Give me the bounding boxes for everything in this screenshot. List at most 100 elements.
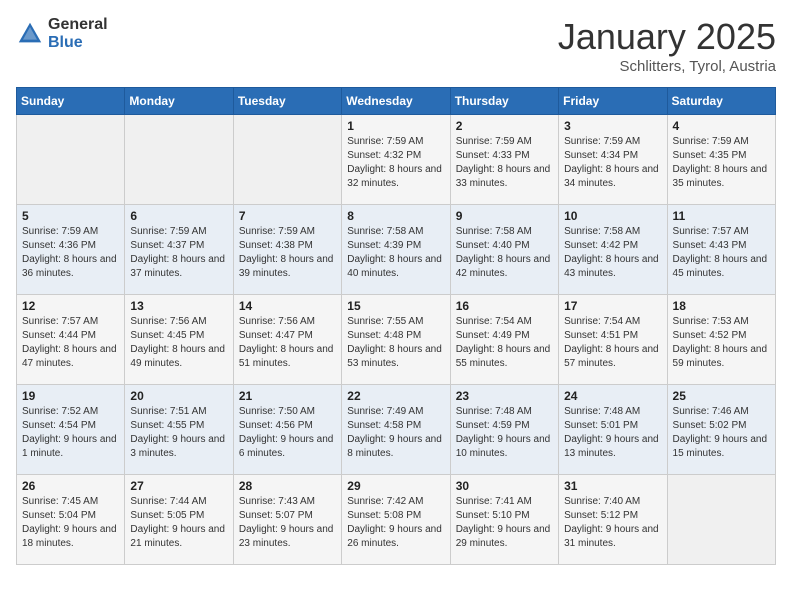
calendar-cell: 7Sunrise: 7:59 AM Sunset: 4:38 PM Daylig…	[233, 205, 341, 295]
day-number: 14	[239, 299, 336, 313]
weekday-header-row: SundayMondayTuesdayWednesdayThursdayFrid…	[17, 88, 776, 115]
day-info: Sunrise: 7:49 AM Sunset: 4:58 PM Dayligh…	[347, 405, 444, 461]
calendar-cell: 31 Sunrise: 7:40 AM Sunset: 5:12 PM Dayli…	[559, 475, 667, 565]
calendar-cell: 24 Sunrise: 7:48 AM Sunset: 5:01 PM Dayli…	[559, 385, 667, 475]
day-info: Sunrise: 7:44 AM Sunset: 5:05 PM Dayligh…	[130, 495, 227, 551]
calendar-cell: 9 Sunrise: 7:58 AM Sunset: 4:40 PM Daylig…	[450, 205, 558, 295]
day-info: Sunrise: 7:57 AM Sunset: 4:44 PM Dayligh…	[22, 315, 119, 371]
title-block: January 2025 Schlitters, Tyrol, Austria	[558, 16, 776, 75]
day-number: 29	[347, 479, 444, 493]
calendar-cell: 29 Sunrise: 7:42 AM Sunset: 5:08 PM Dayli…	[342, 475, 450, 565]
day-info: Sunrise: 7:55 AM Sunset: 4:48 PM Dayligh…	[347, 315, 444, 371]
day-info: Sunrise: 7:46 AM Sunset: 5:02 PM Dayligh…	[673, 405, 770, 461]
calendar-week-row: 26Sunrise: 7:45 AM Sunset: 5:04 PM Dayli…	[17, 475, 776, 565]
weekday-header: Monday	[125, 88, 233, 115]
calendar-week-row: 12 Sunrise: 7:57 AM Sunset: 4:44 PM Dayli…	[17, 295, 776, 385]
calendar-cell: 2Sunrise: 7:59 AM Sunset: 4:33 PM Daylig…	[450, 115, 558, 205]
day-info: Sunrise: 7:59 AM Sunset: 4:35 PM Dayligh…	[673, 135, 770, 191]
day-number: 31	[564, 479, 661, 493]
calendar-cell: 8 Sunrise: 7:58 AM Sunset: 4:39 PM Daylig…	[342, 205, 450, 295]
page-header: General Blue January 2025 Schlitters, Ty…	[16, 16, 776, 75]
day-info: Sunrise: 7:53 AM Sunset: 4:52 PM Dayligh…	[673, 315, 770, 371]
day-number: 24	[564, 389, 661, 403]
day-number: 25	[673, 389, 770, 403]
calendar-subtitle: Schlitters, Tyrol, Austria	[558, 58, 776, 75]
logo: General Blue	[16, 16, 108, 51]
calendar-cell: 30 Sunrise: 7:41 AM Sunset: 5:10 PM Dayli…	[450, 475, 558, 565]
day-info: Sunrise: 7:59 AM Sunset: 4:32 PM Dayligh…	[347, 135, 444, 191]
day-info: Sunrise: 7:59 AM Sunset: 4:37 PM Dayligh…	[130, 225, 227, 281]
day-number: 8	[347, 209, 444, 223]
day-number: 10	[564, 209, 661, 223]
calendar-week-row: 19 Sunrise: 7:52 AM Sunset: 4:54 PM Dayli…	[17, 385, 776, 475]
calendar-cell: 26Sunrise: 7:45 AM Sunset: 5:04 PM Dayli…	[17, 475, 125, 565]
calendar-cell: 6Sunrise: 7:59 AM Sunset: 4:37 PM Daylig…	[125, 205, 233, 295]
day-number: 18	[673, 299, 770, 313]
calendar-cell: 20 Sunrise: 7:51 AM Sunset: 4:55 PM Dayli…	[125, 385, 233, 475]
day-info: Sunrise: 7:50 AM Sunset: 4:56 PM Dayligh…	[239, 405, 336, 461]
day-number: 4	[673, 119, 770, 133]
calendar-cell: 27Sunrise: 7:44 AM Sunset: 5:05 PM Dayli…	[125, 475, 233, 565]
calendar-cell: 28 Sunrise: 7:43 AM Sunset: 5:07 PM Dayli…	[233, 475, 341, 565]
weekday-header: Sunday	[17, 88, 125, 115]
day-info: Sunrise: 7:58 AM Sunset: 4:40 PM Dayligh…	[456, 225, 553, 281]
day-info: Sunrise: 7:48 AM Sunset: 5:01 PM Dayligh…	[564, 405, 661, 461]
calendar-table: SundayMondayTuesdayWednesdayThursdayFrid…	[16, 87, 776, 565]
day-number: 20	[130, 389, 227, 403]
calendar-cell: 1 Sunrise: 7:59 AM Sunset: 4:32 PM Daylig…	[342, 115, 450, 205]
day-number: 22	[347, 389, 444, 403]
calendar-cell: 13Sunrise: 7:56 AM Sunset: 4:45 PM Dayli…	[125, 295, 233, 385]
calendar-cell: 3 Sunrise: 7:59 AM Sunset: 4:34 PM Daylig…	[559, 115, 667, 205]
calendar-cell: 19 Sunrise: 7:52 AM Sunset: 4:54 PM Dayli…	[17, 385, 125, 475]
day-number: 30	[456, 479, 553, 493]
day-number: 5	[22, 209, 119, 223]
day-number: 28	[239, 479, 336, 493]
day-info: Sunrise: 7:40 AM Sunset: 5:12 PM Dayligh…	[564, 495, 661, 551]
day-info: Sunrise: 7:43 AM Sunset: 5:07 PM Dayligh…	[239, 495, 336, 551]
calendar-cell: 25 Sunrise: 7:46 AM Sunset: 5:02 PM Dayli…	[667, 385, 775, 475]
weekday-header: Tuesday	[233, 88, 341, 115]
day-number: 16	[456, 299, 553, 313]
calendar-cell	[125, 115, 233, 205]
logo-general: General	[48, 16, 108, 34]
day-info: Sunrise: 7:45 AM Sunset: 5:04 PM Dayligh…	[22, 495, 119, 551]
day-info: Sunrise: 7:59 AM Sunset: 4:34 PM Dayligh…	[564, 135, 661, 191]
calendar-cell	[667, 475, 775, 565]
weekday-header: Friday	[559, 88, 667, 115]
day-info: Sunrise: 7:58 AM Sunset: 4:42 PM Dayligh…	[564, 225, 661, 281]
day-number: 11	[673, 209, 770, 223]
day-number: 1	[347, 119, 444, 133]
day-number: 12	[22, 299, 119, 313]
day-number: 17	[564, 299, 661, 313]
day-info: Sunrise: 7:59 AM Sunset: 4:36 PM Dayligh…	[22, 225, 119, 281]
day-info: Sunrise: 7:56 AM Sunset: 4:45 PM Dayligh…	[130, 315, 227, 371]
day-info: Sunrise: 7:51 AM Sunset: 4:55 PM Dayligh…	[130, 405, 227, 461]
weekday-header: Wednesday	[342, 88, 450, 115]
calendar-cell	[233, 115, 341, 205]
day-number: 3	[564, 119, 661, 133]
day-number: 9	[456, 209, 553, 223]
logo-text: General Blue	[48, 16, 108, 51]
calendar-cell: 5 Sunrise: 7:59 AM Sunset: 4:36 PM Daylig…	[17, 205, 125, 295]
day-info: Sunrise: 7:52 AM Sunset: 4:54 PM Dayligh…	[22, 405, 119, 461]
day-number: 19	[22, 389, 119, 403]
day-number: 21	[239, 389, 336, 403]
day-info: Sunrise: 7:42 AM Sunset: 5:08 PM Dayligh…	[347, 495, 444, 551]
day-info: Sunrise: 7:48 AM Sunset: 4:59 PM Dayligh…	[456, 405, 553, 461]
calendar-week-row: 5 Sunrise: 7:59 AM Sunset: 4:36 PM Daylig…	[17, 205, 776, 295]
logo-blue: Blue	[48, 34, 108, 52]
calendar-cell: 23Sunrise: 7:48 AM Sunset: 4:59 PM Dayli…	[450, 385, 558, 475]
calendar-week-row: 1 Sunrise: 7:59 AM Sunset: 4:32 PM Daylig…	[17, 115, 776, 205]
calendar-cell: 10 Sunrise: 7:58 AM Sunset: 4:42 PM Dayli…	[559, 205, 667, 295]
weekday-header: Thursday	[450, 88, 558, 115]
calendar-cell: 11Sunrise: 7:57 AM Sunset: 4:43 PM Dayli…	[667, 205, 775, 295]
day-number: 7	[239, 209, 336, 223]
day-info: Sunrise: 7:54 AM Sunset: 4:49 PM Dayligh…	[456, 315, 553, 371]
calendar-cell: 16 Sunrise: 7:54 AM Sunset: 4:49 PM Dayli…	[450, 295, 558, 385]
day-info: Sunrise: 7:41 AM Sunset: 5:10 PM Dayligh…	[456, 495, 553, 551]
calendar-cell	[17, 115, 125, 205]
day-info: Sunrise: 7:58 AM Sunset: 4:39 PM Dayligh…	[347, 225, 444, 281]
calendar-cell: 12 Sunrise: 7:57 AM Sunset: 4:44 PM Dayli…	[17, 295, 125, 385]
calendar-title: January 2025	[558, 16, 776, 58]
calendar-cell: 4 Sunrise: 7:59 AM Sunset: 4:35 PM Daylig…	[667, 115, 775, 205]
